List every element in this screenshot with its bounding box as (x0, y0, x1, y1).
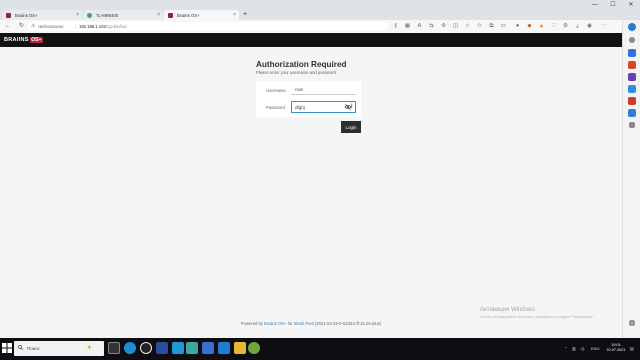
tab-title: Braiins OS+ (15, 13, 38, 18)
downloads-icon[interactable]: ⤓ (574, 23, 581, 30)
browser-app-icon[interactable] (202, 342, 214, 354)
shopping-icon[interactable] (628, 49, 636, 57)
taskbar-clock[interactable]: 19:01 22.07.2021 (604, 343, 628, 353)
password-label: Password (266, 105, 285, 110)
browser-tab-2[interactable]: TL-MR6400 × (83, 10, 163, 20)
router-favicon-icon (87, 13, 92, 18)
search-placeholder: Поиск (27, 346, 40, 351)
windows-activation-title: Активация Windows (480, 307, 536, 313)
favorites-icon[interactable]: ✩ (476, 23, 483, 30)
page-subtitle: Please enter your username and password. (256, 70, 338, 75)
puzzle-icon[interactable]: ✣ (440, 23, 447, 30)
wallet-icon[interactable]: ▭ (500, 23, 507, 30)
address-separator: | (75, 24, 77, 29)
extension-red-icon[interactable]: ◆ (526, 23, 533, 30)
collections-icon[interactable]: ⧉ (488, 23, 495, 30)
address-host: 192.168.1.102 (79, 24, 106, 29)
favorite-star-icon[interactable]: ☆ (464, 23, 471, 30)
show-password-eye-icon[interactable] (344, 103, 352, 111)
app-icon[interactable] (156, 342, 168, 354)
username-field[interactable] (291, 84, 356, 95)
password-field-wrapper: I (291, 101, 356, 113)
address-path: /cgi-bin/luci (106, 24, 127, 29)
warning-icon: ⚠ (31, 23, 36, 29)
add-icon[interactable] (629, 122, 635, 128)
network-icon[interactable]: ▥ (572, 338, 576, 360)
grid-icon[interactable]: ▦ (404, 23, 411, 30)
taskbar-search-box[interactable]: Поиск ✦ (14, 341, 104, 356)
browser-tab-strip: Braiins OS+ × TL-MR6400 × Braiins OS+ × … (0, 0, 640, 20)
windows-start-icon[interactable] (2, 343, 12, 353)
opera-icon[interactable]: ● (514, 23, 521, 30)
back-arrow-icon[interactable]: ← (3, 22, 12, 31)
minimize-window-icon[interactable]: — (586, 0, 604, 10)
tools-icon[interactable] (628, 61, 636, 69)
security-label: Небезопасно (38, 24, 64, 29)
edge-sidebar (622, 20, 640, 338)
browser-tab-3[interactable]: Braiins OS+ × (164, 10, 239, 20)
windows-activation-subtitle: Чтобы активировать Windows, перейдите в … (480, 315, 595, 319)
split-screen-icon[interactable]: ◫ (452, 23, 459, 30)
footer-middle: for (287, 321, 293, 326)
telegram-icon[interactable] (628, 109, 636, 117)
footer-pool-link[interactable]: Slush Pool (294, 321, 314, 326)
main-content: Authorization Required Please enter your… (0, 47, 622, 338)
read-aloud-icon[interactable]: A (416, 23, 423, 30)
login-button[interactable]: Login (341, 121, 361, 133)
telegram-app-icon[interactable] (218, 342, 230, 354)
tab-title: TL-MR6400 (96, 13, 119, 18)
braiins-favicon-icon (168, 13, 173, 18)
browser-tab-1[interactable]: Braiins OS+ × (2, 10, 82, 20)
extensions-icon[interactable]: ⚙ (562, 23, 569, 30)
braiins-favicon-icon (6, 13, 11, 18)
games-icon[interactable] (628, 73, 636, 81)
notifications-icon[interactable]: ▤ (630, 338, 634, 360)
profile-icon[interactable]: ◉ (586, 23, 593, 30)
spreadsheet-app-icon[interactable] (186, 342, 198, 354)
office-icon[interactable] (628, 85, 636, 93)
browser-toolbar: ← ↻ ⚠ Небезопасно | 192.168.1.102 /cgi-b… (0, 20, 622, 34)
language-indicator[interactable]: ENG (591, 338, 600, 360)
settings-menu-icon[interactable]: ⋯ (600, 23, 607, 30)
search-highlight-icon: ✦ (86, 343, 93, 352)
page-title: Authorization Required (256, 60, 347, 69)
edge-app-icon[interactable] (124, 342, 136, 354)
translate-icon[interactable]: ⇆ (428, 23, 435, 30)
footer-product-link[interactable]: Braiins OS+ (264, 321, 286, 326)
footer-prefix: Powered by (240, 321, 263, 326)
braiins-logo[interactable]: BRAIINS OS+ (4, 36, 43, 44)
app-green-icon[interactable] (248, 342, 260, 354)
file-explorer-icon[interactable] (234, 342, 246, 354)
reload-icon[interactable]: ↻ (17, 22, 26, 31)
windows-taskbar: Поиск ✦ ⌃ ▥ ◁) ENG 19:01 22.07.2021 ▤ (0, 338, 640, 360)
outlook-icon[interactable] (628, 97, 636, 105)
app-header: BRAIINS OS+ (0, 33, 622, 47)
sidebar-settings-icon[interactable] (629, 320, 635, 326)
search-icon (18, 345, 23, 350)
tab-title: Braiins OS+ (177, 13, 200, 18)
new-tab-icon[interactable]: + (240, 10, 250, 20)
store-icon[interactable] (172, 342, 184, 354)
footer-version: (2021-04-29-0-52331cff-21.04-plus) (314, 321, 382, 326)
page-footer: Powered by Braiins OS+ for Slush Pool (2… (0, 321, 622, 326)
volume-icon[interactable]: ◁) (580, 338, 584, 360)
login-form: Username Password I (256, 81, 361, 117)
bing-icon[interactable] (628, 23, 636, 31)
username-label: Username (266, 88, 286, 93)
key-icon[interactable]: ⚷ (392, 23, 399, 30)
clock-date: 22.07.2021 (606, 348, 626, 352)
task-view-icon[interactable] (108, 342, 120, 354)
address-bar[interactable]: ⚠ Небезопасно | 192.168.1.102 /cgi-bin/l… (28, 22, 388, 31)
password-field[interactable] (292, 102, 344, 112)
heart-icon[interactable]: ♡ (550, 23, 557, 30)
maximize-window-icon[interactable]: ☐ (604, 0, 622, 10)
clock-app-icon[interactable] (140, 342, 152, 354)
close-window-icon[interactable]: ✕ (622, 0, 640, 10)
tray-chevron-icon[interactable]: ⌃ (564, 338, 567, 360)
search-icon[interactable] (629, 37, 635, 43)
metamask-icon[interactable]: ▲ (538, 23, 545, 30)
